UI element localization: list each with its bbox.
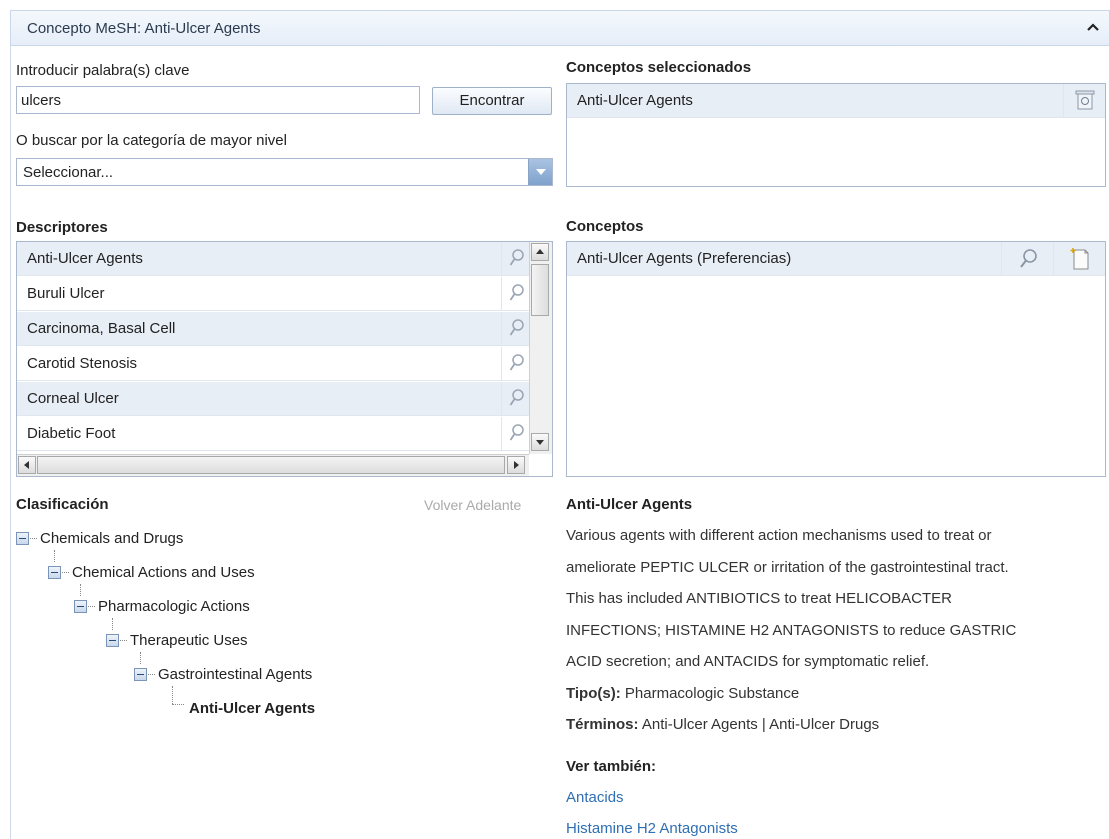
category-select[interactable]: Seleccionar... [16,158,553,186]
panel-title: Concepto MeSH: Anti-Ulcer Agents [27,20,261,37]
search-icon[interactable] [501,382,529,416]
descriptors-list: Anti-Ulcer Agents Buruli Ulcer Carcinoma, … [16,241,553,477]
details-title: Anti-Ulcer Agents [566,496,693,513]
types-line: Tipo(s): Pharmacologic Substance [566,678,1106,710]
tree-node-label: Pharmacologic Actions [98,598,250,615]
concept-label: Anti-Ulcer Agents (Preferencias) [577,250,792,267]
search-icon[interactable] [501,347,529,381]
descriptors-title: Descriptores [16,219,108,236]
description-line: Various agents with different action mec… [566,527,992,544]
classification-title: Clasificación [16,496,109,513]
tree-connector [30,538,37,539]
collapse-toggle-icon[interactable] [134,668,147,681]
scroll-left-button[interactable] [18,456,36,474]
search-icon[interactable] [501,277,529,311]
tree-node-label: Therapeutic Uses [130,632,248,649]
descriptors-vscrollbar[interactable] [529,242,552,454]
collapse-toggle-icon[interactable] [74,600,87,613]
descriptor-label: Corneal Ulcer [27,390,119,407]
concepts-list: Anti-Ulcer Agents (Preferencias) [566,241,1106,477]
selected-concepts-title: Conceptos seleccionados [566,59,752,76]
collapse-toggle-icon[interactable] [48,566,61,579]
description-line: ACID secretion; and ANTACIDS for symptom… [566,653,930,670]
chevron-up-icon[interactable] [1085,19,1101,35]
concept-panel-header[interactable]: Concepto MeSH: Anti-Ulcer Agents [10,10,1110,46]
description-line: INFECTIONS; HISTAMINE H2 ANTAGONISTS to … [566,621,1017,639]
tree-node-label: Anti-Ulcer Agents [189,700,316,717]
descriptor-label: Buruli Ulcer [27,285,105,302]
hscroll-thumb[interactable] [37,456,505,474]
collapse-toggle-icon[interactable] [16,532,29,545]
see-also-label: Ver también: [566,758,657,775]
selected-concepts-list: Anti-Ulcer Agents [566,83,1106,187]
descriptors-hscrollbar[interactable] [17,454,529,476]
chevron-down-icon[interactable] [528,159,552,185]
list-item[interactable]: Carotid Stenosis [17,347,529,381]
see-also-link-h2-antagonists[interactable]: Histamine H2 Antagonists [566,820,738,837]
tree-connector [172,704,184,705]
terms-value: Anti-Ulcer Agents | Anti-Ulcer Drugs [641,716,880,733]
terms-label: Términos: [566,716,639,733]
list-item[interactable]: Diabetic Foot [17,417,529,451]
list-item[interactable]: Anti-Ulcer Agents [17,242,529,276]
scroll-up-button[interactable] [531,243,549,261]
tree-node-label: Gastrointestinal Agents [158,666,313,683]
see-also-link-antacids[interactable]: Antacids [566,789,624,806]
types-label: Tipo(s): [566,684,621,702]
list-item[interactable]: Anti-Ulcer Agents [567,84,1105,118]
list-item[interactable]: Corneal Ulcer [17,382,529,416]
tree-connector [88,606,95,607]
list-item[interactable]: Anti-Ulcer Agents (Preferencias) [567,242,1105,276]
find-button[interactable]: Encontrar [432,87,552,115]
terms-line: Términos: Anti-Ulcer Agents | Anti-Ulcer… [566,709,1106,741]
panel-border-left [10,46,11,839]
collapse-toggle-icon[interactable] [106,634,119,647]
descriptor-label: Carcinoma, Basal Cell [27,320,176,337]
tree-connector [62,572,69,573]
concepts-title: Conceptos [566,218,644,235]
tree-connector [148,674,155,675]
tree-node-label: Chemicals and Drugs [40,530,184,547]
scroll-right-button[interactable] [507,456,525,474]
list-item[interactable]: Buruli Ulcer [17,277,529,311]
search-icon[interactable] [1001,242,1053,276]
tree-connector [120,640,127,641]
search-icon[interactable] [501,312,529,346]
scroll-thumb[interactable] [531,264,549,316]
types-value: Pharmacologic Substance [624,684,800,702]
description-line: This has included ANTIBIOTICS to treat H… [566,590,952,607]
descriptor-label: Anti-Ulcer Agents [27,250,143,267]
keyword-input[interactable] [16,86,420,114]
scroll-down-button[interactable] [531,433,549,451]
tree-node-label: Chemical Actions and Uses [72,564,255,581]
descriptor-label: Diabetic Foot [27,425,116,442]
details-description: Various agents with different action mec… [566,520,1106,741]
category-select-value: Seleccionar... [23,164,114,181]
search-icon[interactable] [501,242,529,276]
selected-concept-label: Anti-Ulcer Agents [577,92,693,109]
back-forward-nav[interactable]: Volver Adelante [424,497,521,513]
classification-tree: Chemicals and Drugs Chemical Actions and… [16,528,556,728]
remove-icon[interactable] [1063,84,1105,118]
list-item[interactable]: Carcinoma, Basal Cell [17,312,529,346]
new-document-icon[interactable] [1053,242,1105,276]
keyword-label: Introducir palabra(s) clave [16,62,190,79]
description-line: ameliorate PEPTIC ULCER or irritation of… [566,558,1009,576]
descriptor-label: Carotid Stenosis [27,355,138,372]
search-icon[interactable] [501,417,529,451]
category-label: O buscar por la categoría de mayor nivel [16,132,287,149]
